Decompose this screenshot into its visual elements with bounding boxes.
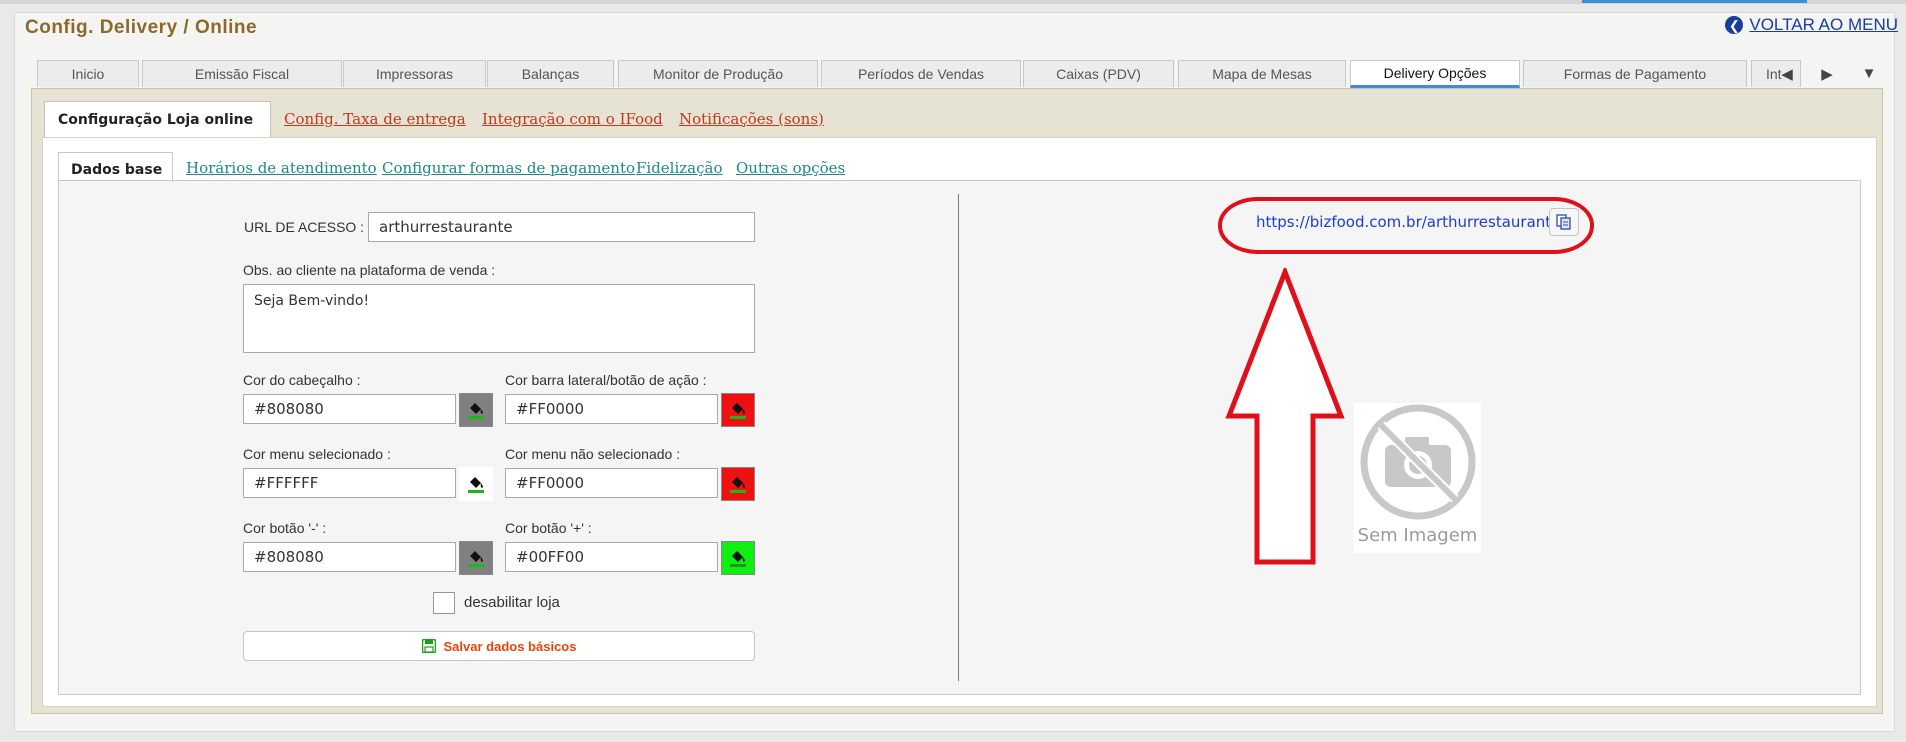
- color-header-input[interactable]: #808080: [243, 394, 456, 424]
- color-menu-selected-label: Cor menu selecionado :: [243, 446, 391, 462]
- color-menu-unselected-label: Cor menu não selecionado :: [505, 446, 681, 462]
- floppy-disk-icon: [421, 639, 436, 653]
- color-plus-label: Cor botão '+' :: [505, 520, 592, 536]
- tab-inicio[interactable]: Inicio: [37, 60, 139, 87]
- no-image-placeholder: Sem Imagem: [1354, 403, 1481, 553]
- obs-textarea[interactable]: Seja Bem-vindo!: [243, 284, 755, 353]
- copy-icon: [1556, 214, 1571, 230]
- app-root: Config. Delivery / Online ❮ VOLTAR AO ME…: [0, 0, 1906, 742]
- top-strip: [0, 0, 1906, 4]
- url-label: URL DE ACESSO :: [244, 219, 365, 235]
- subtab-notificacoes[interactable]: Notificações (sons): [679, 101, 824, 136]
- disable-store-label: desabilitar loja: [464, 594, 560, 611]
- color-plus-picker-icon[interactable]: [721, 541, 755, 575]
- copy-url-button[interactable]: [1549, 208, 1579, 236]
- color-sidebar-input[interactable]: #FF0000: [505, 394, 718, 424]
- color-menu-selected-input[interactable]: #FFFFFF: [243, 468, 456, 498]
- url-input[interactable]: arthurrestaurante: [368, 212, 755, 242]
- color-sidebar-picker-icon[interactable]: [721, 393, 755, 427]
- color-menu-unselected-picker-icon[interactable]: [721, 467, 755, 501]
- arrow-left-circle-icon: ❮: [1725, 16, 1744, 34]
- color-menu-unselected-input[interactable]: #FF0000: [505, 468, 718, 498]
- subtab-taxa-entrega[interactable]: Config. Taxa de entrega: [284, 101, 466, 136]
- disable-store-checkbox[interactable]: [433, 592, 455, 614]
- no-camera-icon: [1360, 404, 1475, 520]
- tab-caixas-pdv[interactable]: Caixas (PDV): [1023, 60, 1174, 87]
- color-minus-input[interactable]: #808080: [243, 542, 456, 572]
- tabs-menu-icon[interactable]: ▼: [1854, 60, 1884, 87]
- store-url-link[interactable]: https://bizfood.com.br/arthurrestaurante: [1256, 213, 1560, 231]
- tab-mapa-mesas[interactable]: Mapa de Mesas: [1178, 60, 1346, 87]
- save-basic-data-button[interactable]: Salvar dados básicos: [243, 631, 755, 661]
- color-minus-label: Cor botão '-' :: [243, 520, 327, 536]
- save-basic-data-label: Salvar dados básicos: [443, 638, 577, 654]
- tab-balancas[interactable]: Balanças: [487, 60, 614, 87]
- no-image-caption: Sem Imagem: [1357, 525, 1478, 546]
- subtab-integracao-ifood[interactable]: Integração com o IFood: [482, 101, 663, 136]
- top-strip-accent: [1582, 0, 1807, 3]
- back-to-menu-link[interactable]: ❮ VOLTAR AO MENU: [1725, 15, 1898, 35]
- dados-base-panel: [58, 180, 1861, 695]
- tab-periodos-vendas[interactable]: Períodos de Vendas: [821, 60, 1021, 87]
- tab-monitor-producao[interactable]: Monitor de Produção: [618, 60, 818, 87]
- tabs-next-icon[interactable]: ▶: [1812, 60, 1842, 87]
- subtab-configuracao-loja[interactable]: Configuração Loja online: [44, 101, 271, 138]
- color-sidebar-label: Cor barra lateral/botão de ação :: [505, 372, 707, 388]
- color-header-picker-icon[interactable]: [459, 393, 493, 427]
- color-plus-input[interactable]: #00FF00: [505, 542, 718, 572]
- page-title: Config. Delivery / Online: [25, 17, 258, 38]
- color-header-label: Cor do cabeçalho :: [243, 372, 361, 388]
- back-to-menu-label: VOLTAR AO MENU: [1749, 15, 1898, 34]
- red-arrow-annotation: [1225, 268, 1345, 565]
- tab-impressoras[interactable]: Impressoras: [343, 60, 486, 87]
- tabs-prev-icon[interactable]: ◀: [1772, 60, 1802, 87]
- tab-delivery-opcoes[interactable]: Delivery Opções: [1350, 60, 1520, 88]
- tab-emissao-fiscal[interactable]: Emissão Fiscal: [142, 60, 342, 87]
- column-divider: [958, 194, 959, 681]
- color-menu-selected-picker-icon[interactable]: [459, 467, 493, 501]
- obs-label: Obs. ao cliente na plataforma de venda :: [243, 262, 496, 278]
- tab-formas-pagamento[interactable]: Formas de Pagamento: [1523, 60, 1747, 87]
- color-minus-picker-icon[interactable]: [459, 541, 493, 575]
